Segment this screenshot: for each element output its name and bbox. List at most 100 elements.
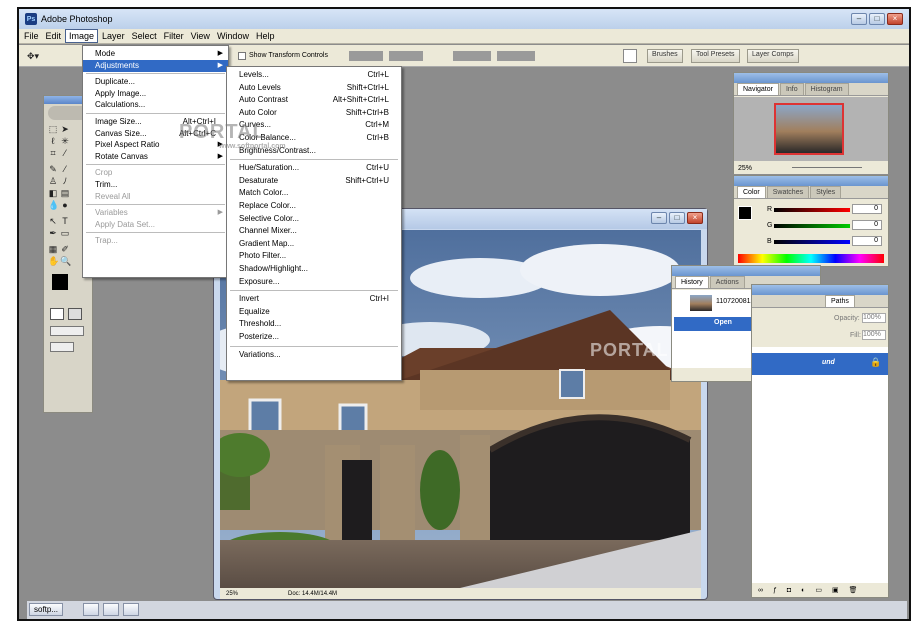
screen-mode-icons[interactable] bbox=[50, 326, 84, 336]
align-icons-2[interactable] bbox=[389, 51, 423, 61]
type-tool-icon[interactable]: T bbox=[60, 216, 70, 226]
eyedropper-icon[interactable]: ✐ bbox=[60, 244, 70, 254]
quick-mask-buttons[interactable] bbox=[50, 308, 84, 320]
adjustments-menu-item[interactable]: Exposure... bbox=[227, 276, 401, 288]
adjustments-menu-item[interactable]: Desaturate Shift+Ctrl+U bbox=[227, 175, 401, 187]
adjustments-menu-item[interactable]: Levels... Ctrl+L bbox=[227, 69, 401, 81]
dodge-tool-icon[interactable]: ● bbox=[60, 200, 70, 210]
color-fg-swatch[interactable] bbox=[738, 206, 752, 220]
minimize-button[interactable]: – bbox=[851, 13, 867, 25]
healing-brush-icon[interactable]: ✎ bbox=[48, 164, 58, 174]
color-r-slider[interactable] bbox=[774, 208, 850, 212]
tab-swatches[interactable]: Swatches bbox=[766, 186, 810, 198]
adjustments-menu-item[interactable]: Shadow/Highlight... bbox=[227, 263, 401, 275]
tab-actions[interactable]: Actions bbox=[709, 276, 745, 288]
tab-history[interactable]: History bbox=[675, 276, 709, 288]
image-menu-item[interactable]: Duplicate... bbox=[83, 76, 228, 88]
pen-tool-icon[interactable]: ✒ bbox=[48, 228, 58, 238]
doc-size[interactable]: Doc: 14.4M/14.4M bbox=[288, 591, 337, 597]
quick-mask-icon[interactable] bbox=[68, 308, 82, 320]
navigator-zoom-slider[interactable] bbox=[792, 167, 862, 168]
layer-mask-icon[interactable]: ◘ bbox=[787, 587, 791, 594]
navigator-zoom[interactable]: 25% bbox=[738, 165, 752, 172]
layer-comps-well[interactable]: Layer Comps bbox=[747, 49, 799, 63]
file-browser-icon[interactable] bbox=[623, 49, 637, 63]
notes-tool-icon[interactable]: ▦ bbox=[48, 244, 58, 254]
move-tool-icon[interactable]: ➤ bbox=[60, 124, 70, 134]
slice-tool-icon[interactable]: ⁄ bbox=[60, 148, 70, 158]
menu-view[interactable]: View bbox=[188, 30, 213, 42]
color-r-value[interactable]: 0 bbox=[852, 204, 882, 214]
tab-histogram[interactable]: Histogram bbox=[804, 83, 849, 95]
clone-stamp-icon[interactable]: ♙ bbox=[48, 176, 58, 186]
marquee-tool-icon[interactable]: ⬚ bbox=[48, 124, 58, 134]
color-g-value[interactable]: 0 bbox=[852, 220, 882, 230]
taskbar-item[interactable]: softp... bbox=[29, 603, 64, 616]
doc-close-button[interactable]: × bbox=[687, 212, 703, 224]
navigator-preview[interactable] bbox=[734, 97, 888, 161]
color-ramp[interactable] bbox=[738, 254, 884, 263]
image-menu-item[interactable]: Adjustments ▶ bbox=[83, 59, 228, 72]
show-transform-checkbox[interactable] bbox=[238, 52, 246, 60]
blur-tool-icon[interactable]: 💧 bbox=[48, 200, 59, 210]
distribute-icons-2[interactable] bbox=[497, 51, 535, 61]
foreground-color-swatch[interactable] bbox=[52, 274, 68, 290]
adjustments-menu-item[interactable]: Invert Ctrl+I bbox=[227, 293, 401, 305]
maximize-button[interactable]: □ bbox=[869, 13, 885, 25]
close-button[interactable]: × bbox=[887, 13, 903, 25]
eraser-tool-icon[interactable]: ◧ bbox=[48, 188, 58, 198]
brush-tool-icon[interactable]: ⁄ bbox=[60, 164, 70, 174]
adjustments-menu-item[interactable]: Selective Color... bbox=[227, 213, 401, 225]
history-brush-icon[interactable]: ﾉ bbox=[60, 176, 70, 186]
adjustment-layer-icon[interactable]: ◐ bbox=[801, 587, 805, 594]
image-menu-item[interactable]: Mode ▶ bbox=[83, 48, 228, 60]
doc-maximize-button[interactable]: □ bbox=[669, 212, 685, 224]
align-icons[interactable] bbox=[349, 51, 383, 61]
image-menu-item[interactable]: Trim... bbox=[83, 179, 228, 191]
tab-styles[interactable]: Styles bbox=[810, 186, 842, 198]
brushes-well[interactable]: Brushes bbox=[647, 49, 683, 63]
tool-presets-well[interactable]: Tool Presets bbox=[691, 49, 740, 63]
navigator-view-box[interactable] bbox=[774, 103, 844, 155]
tab-navigator[interactable]: Navigator bbox=[737, 83, 779, 95]
link-icon[interactable]: ∞ bbox=[758, 587, 763, 594]
menu-select[interactable]: Select bbox=[129, 30, 160, 42]
jump-to-imageready-icon[interactable] bbox=[50, 342, 74, 352]
move-tool-icon[interactable]: ✥▾ bbox=[25, 51, 41, 61]
distribute-icons[interactable] bbox=[453, 51, 491, 61]
doc-zoom[interactable]: 25% bbox=[226, 591, 238, 597]
tab-color[interactable]: Color bbox=[737, 186, 766, 198]
tab-info[interactable]: Info bbox=[779, 83, 804, 95]
hand-tool-icon[interactable]: ✋ bbox=[48, 256, 59, 266]
adjustments-menu-item[interactable]: Hue/Saturation... Ctrl+U bbox=[227, 162, 401, 174]
background-layer-row[interactable]: und 🔒 bbox=[752, 353, 888, 375]
taskbar-btn-1[interactable] bbox=[83, 603, 99, 616]
color-g-slider[interactable] bbox=[774, 224, 850, 228]
menu-help[interactable]: Help bbox=[253, 30, 278, 42]
fill-field[interactable]: 100% bbox=[862, 330, 886, 340]
adjustments-menu-item[interactable]: Photo Filter... bbox=[227, 250, 401, 262]
menu-layer[interactable]: Layer bbox=[99, 30, 128, 42]
path-select-icon[interactable]: ↖ bbox=[48, 216, 58, 226]
adjustments-menu-item[interactable]: Threshold... bbox=[227, 318, 401, 330]
taskbar-btn-2[interactable] bbox=[103, 603, 119, 616]
adjustments-menu-item[interactable]: Auto Color Shift+Ctrl+B bbox=[227, 107, 401, 119]
image-menu-item[interactable]: Rotate Canvas ▶ bbox=[83, 151, 228, 163]
adjustments-menu-item[interactable]: Equalize bbox=[227, 306, 401, 318]
taskbar-btn-3[interactable] bbox=[123, 603, 139, 616]
new-layer-icon[interactable]: ▣ bbox=[832, 586, 839, 594]
lasso-tool-icon[interactable]: ℓ bbox=[48, 136, 58, 146]
new-group-icon[interactable]: ▭ bbox=[815, 586, 822, 594]
doc-minimize-button[interactable]: – bbox=[651, 212, 667, 224]
gradient-tool-icon[interactable]: ▤ bbox=[60, 188, 70, 198]
adjustments-menu-item[interactable]: Gradient Map... bbox=[227, 238, 401, 250]
menu-edit[interactable]: Edit bbox=[43, 30, 65, 42]
image-menu-item[interactable]: Apply Image... bbox=[83, 88, 228, 100]
menu-image[interactable]: Image bbox=[65, 29, 99, 43]
adjustments-menu-item[interactable]: Replace Color... bbox=[227, 200, 401, 212]
magic-wand-icon[interactable]: ✳ bbox=[60, 136, 70, 146]
adjustments-menu-item[interactable]: Channel Mixer... bbox=[227, 225, 401, 237]
standard-mode-icon[interactable] bbox=[50, 308, 64, 320]
menu-window[interactable]: Window bbox=[214, 30, 252, 42]
crop-tool-icon[interactable]: ⌗ bbox=[48, 148, 58, 158]
